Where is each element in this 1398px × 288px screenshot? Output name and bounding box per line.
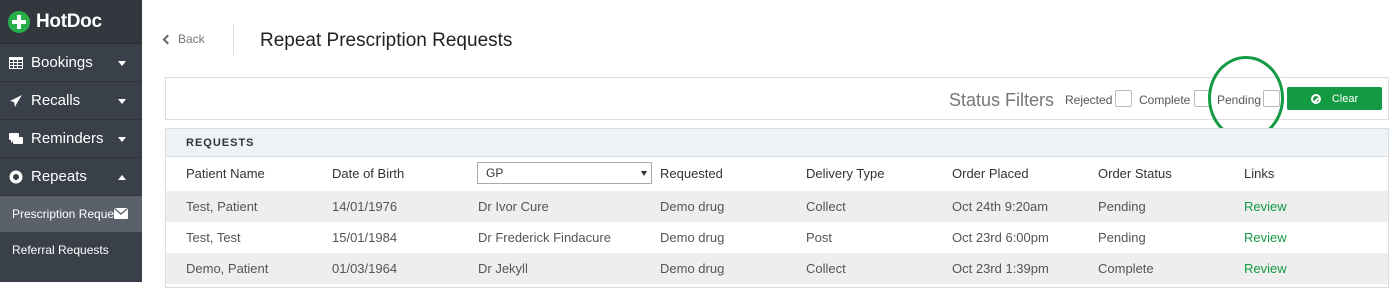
date-of-birth: 15/01/1984	[332, 230, 398, 245]
order-placed: Oct 23rd 1:39pm	[952, 261, 1049, 276]
logo[interactable]: HotDoc	[0, 0, 142, 44]
sidebar-item-reminders[interactable]: Reminders	[0, 120, 142, 158]
order-status: Pending	[1098, 199, 1146, 214]
filter-label-complete: Complete	[1139, 93, 1191, 107]
chevron-down-icon	[118, 137, 126, 142]
review-link[interactable]: Review	[1244, 261, 1287, 276]
header-divider	[233, 24, 234, 55]
requests-panel: REQUESTS Patient Name Date of Birth GP R…	[165, 128, 1389, 288]
gp-name: Dr Jekyll	[478, 261, 528, 276]
sidebar-subitem-label: Prescription Reques	[12, 207, 121, 221]
chevron-down-icon	[118, 99, 126, 104]
requests-heading: REQUESTS	[166, 129, 1388, 157]
patient-name: Demo, Patient	[186, 261, 269, 276]
page-title: Repeat Prescription Requests	[260, 30, 513, 51]
table-icon	[9, 56, 23, 69]
sidebar-item-label: Recalls	[31, 92, 81, 109]
order-placed: Oct 23rd 6:00pm	[952, 230, 1049, 245]
ban-icon	[1310, 93, 1321, 104]
record-icon	[9, 170, 23, 183]
review-link[interactable]: Review	[1244, 199, 1287, 214]
sidebar-item-label: Repeats	[31, 168, 87, 185]
table-row: Demo, Patient 01/03/1964 Dr Jekyll Demo …	[166, 253, 1388, 284]
comments-icon	[9, 132, 23, 144]
gp-select-value: GP	[486, 166, 504, 180]
column-header: Order Status	[1098, 166, 1172, 181]
sidebar-subitem-prescription-requests[interactable]: Prescription Reques	[0, 196, 142, 232]
patient-name: Test, Patient	[186, 199, 258, 214]
table-header-row: Patient Name Date of Birth GP Requested …	[166, 157, 1388, 191]
envelope-icon	[114, 208, 128, 219]
sidebar-item-recalls[interactable]: Recalls	[0, 82, 142, 120]
main-content: Back Repeat Prescription Requests Status…	[142, 0, 1398, 288]
column-header: Requested	[660, 166, 723, 181]
delivery-type: Post	[806, 230, 833, 245]
back-link[interactable]: Back	[162, 32, 205, 46]
column-header: Delivery Type	[806, 166, 885, 181]
sidebar-subitem-referral-requests[interactable]: Referral Requests	[0, 232, 142, 268]
requested-item: Demo drug	[660, 261, 725, 276]
column-header: Date of Birth	[332, 166, 405, 181]
sidebar-item-repeats[interactable]: Repeats	[0, 158, 142, 196]
date-of-birth: 14/01/1976	[332, 199, 398, 214]
table-row: Test, Patient 14/01/1976 Dr Ivor Cure De…	[166, 191, 1388, 222]
chevron-left-icon	[162, 34, 173, 44]
sidebar: HotDoc Bookings Recalls Reminders Repeat…	[0, 0, 142, 282]
delivery-type: Collect	[806, 261, 846, 276]
back-label: Back	[178, 32, 205, 46]
status-filters-title: Status Filters	[949, 90, 1055, 110]
order-placed: Oct 24th 9:20am	[952, 199, 1049, 214]
review-link[interactable]: Review	[1244, 230, 1287, 245]
logo-text: HotDoc	[36, 10, 102, 32]
sidebar-item-bookings[interactable]: Bookings	[0, 44, 142, 82]
clear-button[interactable]: Clear	[1287, 87, 1382, 110]
sidebar-item-label: Bookings	[31, 54, 93, 71]
order-status: Complete	[1098, 261, 1154, 276]
patient-name: Test, Test	[186, 230, 241, 245]
hotdoc-cross-icon	[8, 10, 30, 33]
chevron-down-icon	[118, 61, 126, 66]
order-status: Pending	[1098, 230, 1146, 245]
sidebar-item-label: Reminders	[31, 130, 104, 147]
requested-item: Demo drug	[660, 230, 725, 245]
filter-checkbox-rejected[interactable]	[1115, 90, 1132, 107]
requested-item: Demo drug	[660, 199, 725, 214]
column-header: Patient Name	[186, 166, 265, 181]
caret-down-icon	[641, 171, 647, 176]
paper-plane-icon	[10, 94, 22, 107]
chevron-up-icon	[118, 175, 126, 180]
column-header: Links	[1244, 166, 1275, 181]
table-row: Test, Test 15/01/1984 Dr Frederick Finda…	[166, 222, 1388, 253]
gp-filter-select[interactable]: GP	[477, 162, 652, 184]
delivery-type: Collect	[806, 199, 846, 214]
clear-label: Clear	[1331, 92, 1359, 105]
filter-label-rejected: Rejected	[1065, 93, 1113, 107]
column-header: Order Placed	[952, 166, 1029, 181]
status-filters-bar: Status Filters Rejected Complete Pending…	[165, 77, 1389, 120]
sidebar-subitem-label: Referral Requests	[12, 243, 109, 257]
gp-name: Dr Frederick Findacure	[478, 230, 611, 245]
date-of-birth: 01/03/1964	[332, 261, 398, 276]
gp-name: Dr Ivor Cure	[478, 199, 549, 214]
